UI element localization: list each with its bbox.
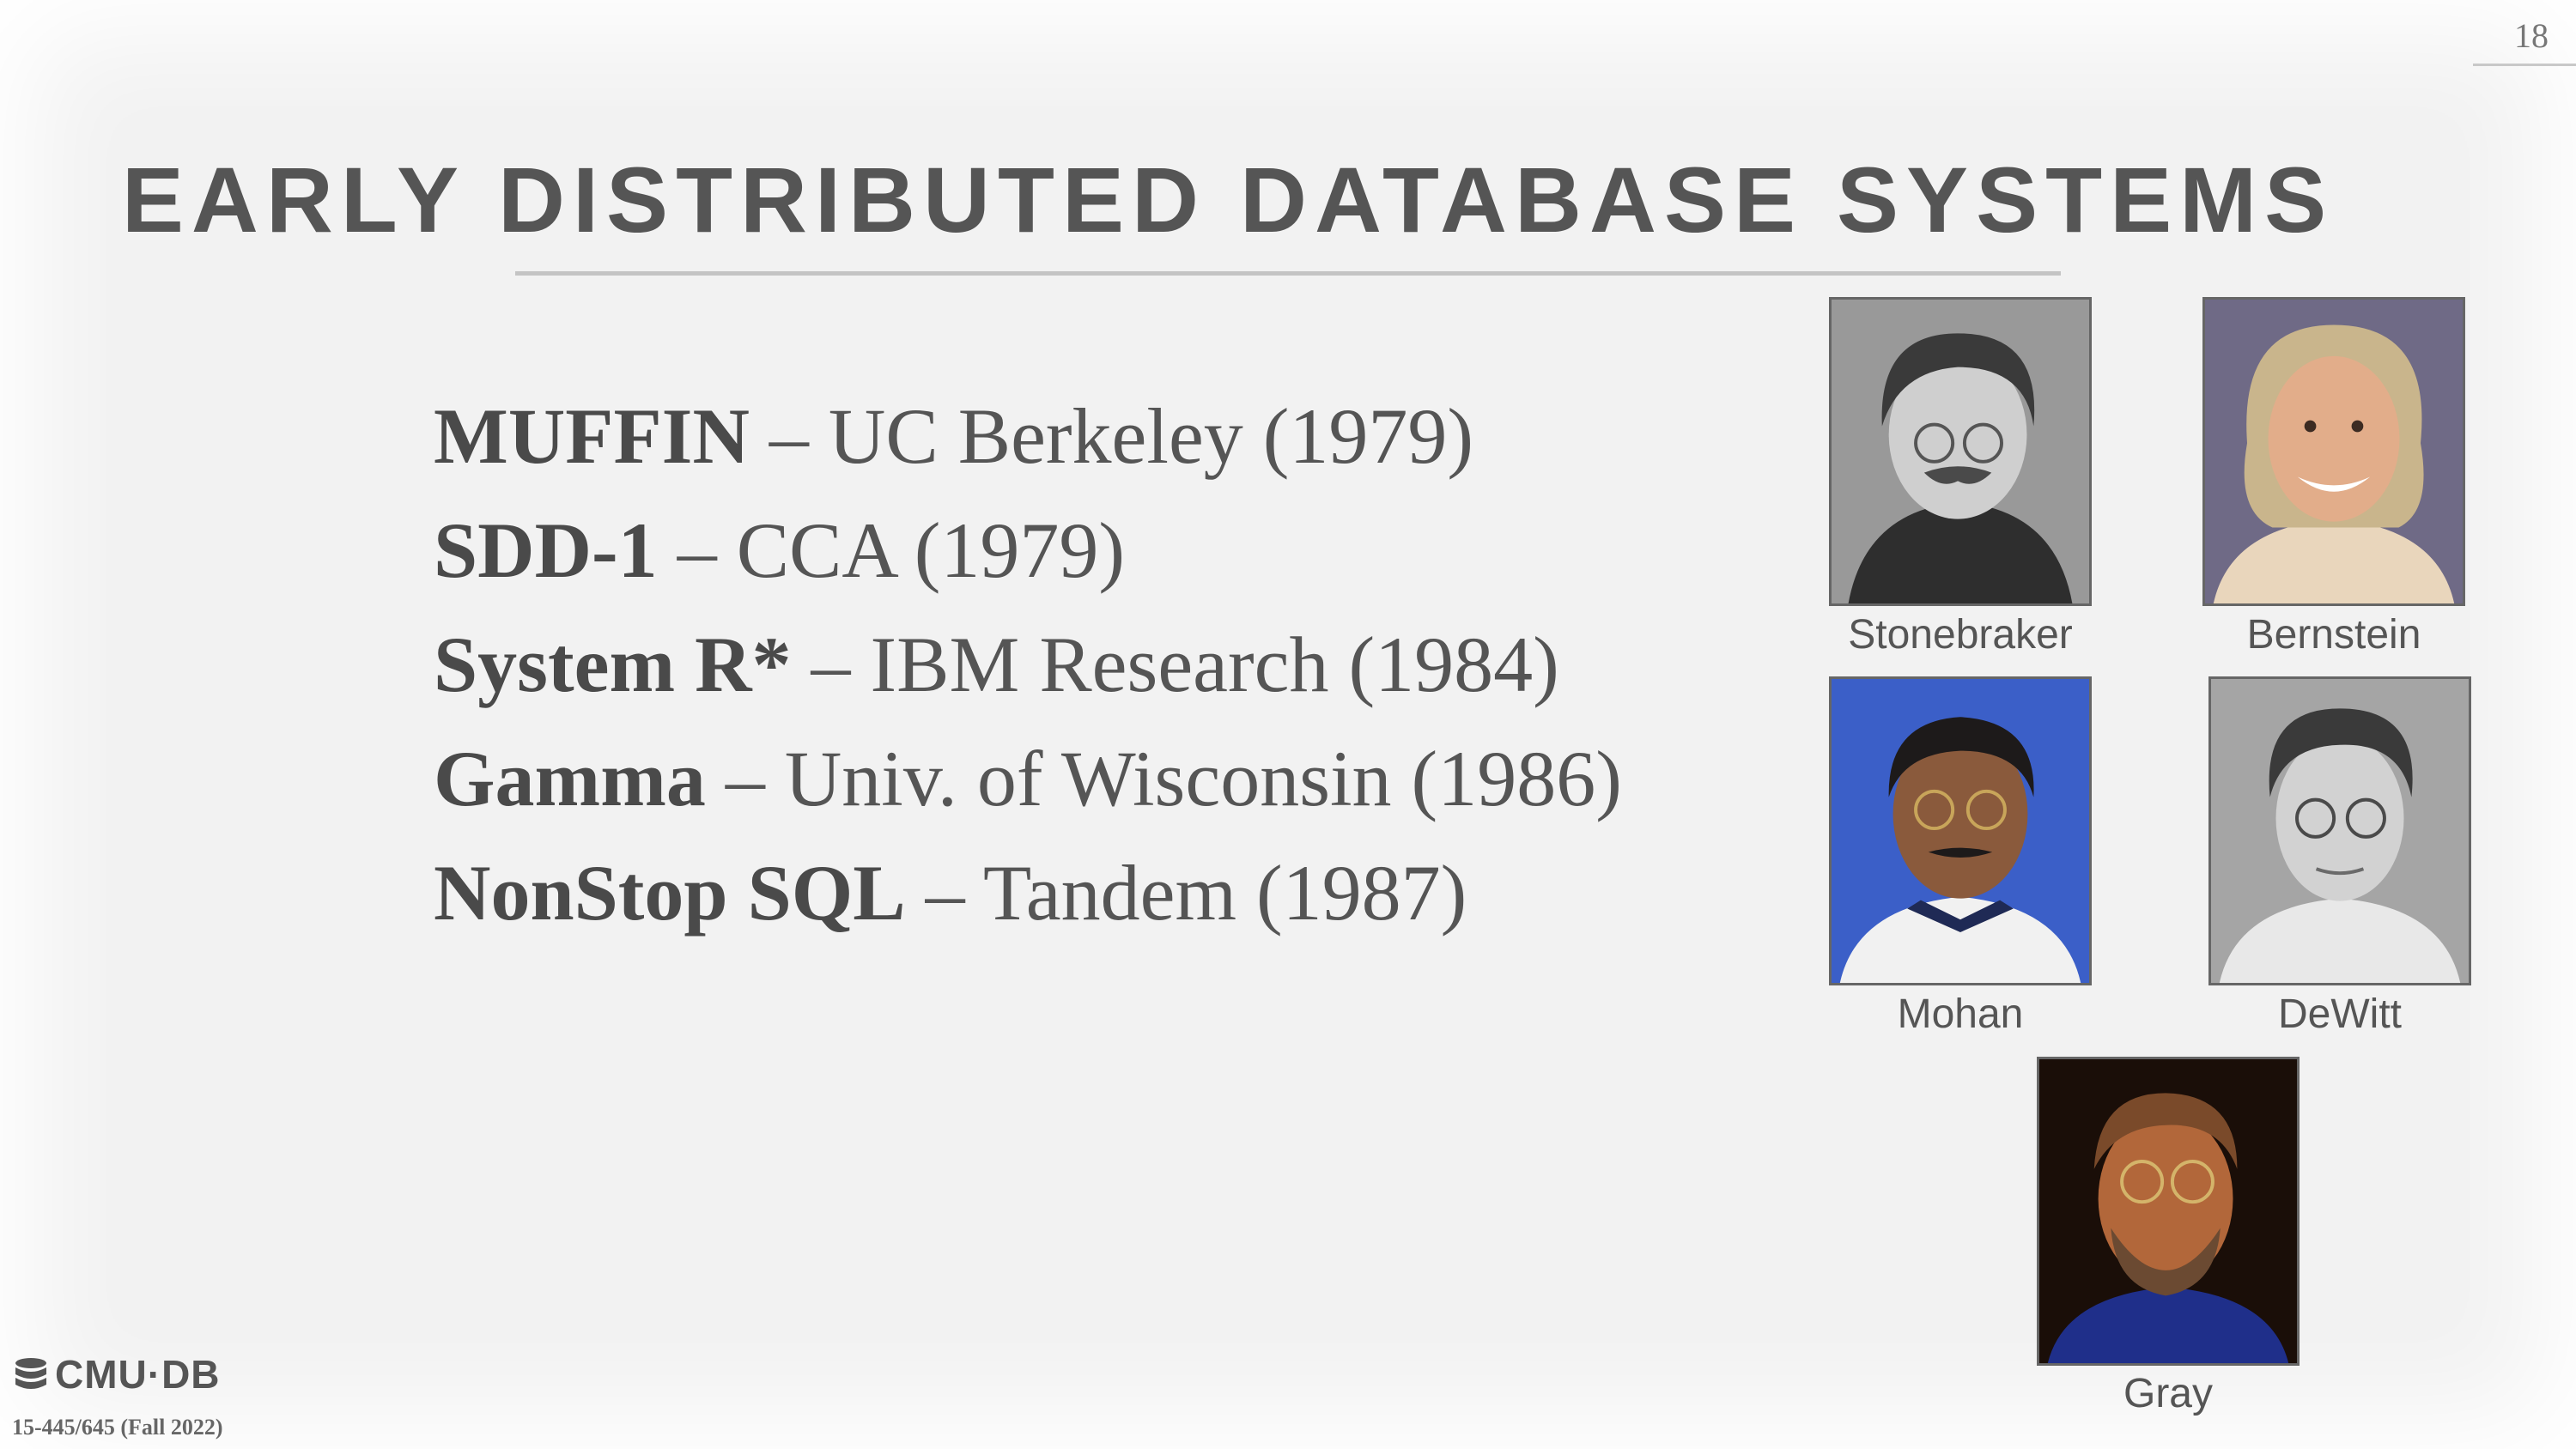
system-name: Gamma <box>434 735 706 822</box>
course-label: 15-445/645 (Fall 2022) <box>12 1415 223 1440</box>
system-detail: – CCA (1979) <box>657 506 1126 594</box>
slide: 18 EARLY DISTRIBUTED DATABASE SYSTEMS MU… <box>0 0 2576 1449</box>
portrait-caption: DeWitt <box>2278 991 2402 1037</box>
system-name: NonStop SQL <box>434 849 906 937</box>
portrait-photo-dewitt <box>2208 676 2471 985</box>
system-name: System R* <box>434 621 792 708</box>
portrait-caption: Mohan <box>1897 991 2024 1037</box>
cmu-db-logo: CMU·DB <box>12 1351 221 1397</box>
page-number: 18 <box>2514 16 2549 55</box>
system-name: MUFFIN <box>434 392 750 480</box>
portrait-photo-mohan <box>1829 676 2092 985</box>
slide-title: EARLY DISTRIBUTED DATABASE SYSTEMS <box>121 148 2335 252</box>
system-list: MUFFIN – UC Berkeley (1979) SDD-1 – CCA … <box>434 379 1622 950</box>
page-number-divider <box>2473 64 2576 66</box>
list-item: Gamma – Univ. of Wisconsin (1986) <box>434 722 1622 836</box>
list-item: MUFFIN – UC Berkeley (1979) <box>434 379 1622 494</box>
system-detail: – Univ. of Wisconsin (1986) <box>705 735 1622 822</box>
system-detail: – UC Berkeley (1979) <box>749 392 1474 480</box>
portrait-caption: Stonebraker <box>1848 612 2073 658</box>
logo-text: CMU·DB <box>55 1352 221 1397</box>
list-item: System R* – IBM Research (1984) <box>434 608 1622 722</box>
list-item: SDD-1 – CCA (1979) <box>434 494 1622 608</box>
database-icon <box>15 1358 46 1389</box>
list-item: NonStop SQL – Tandem (1987) <box>434 836 1622 950</box>
portrait-photo-bernstein <box>2202 297 2465 606</box>
system-name: SDD-1 <box>434 506 658 594</box>
title-divider <box>515 271 2061 276</box>
system-detail: – Tandem (1987) <box>905 849 1467 937</box>
portrait-caption: Bernstein <box>2246 612 2421 658</box>
system-detail: – IBM Research (1984) <box>791 621 1559 708</box>
portrait-photo-gray <box>2037 1057 2300 1366</box>
portrait-photo-stonebraker <box>1829 297 2092 606</box>
portrait-caption: Gray <box>2123 1371 2213 1416</box>
